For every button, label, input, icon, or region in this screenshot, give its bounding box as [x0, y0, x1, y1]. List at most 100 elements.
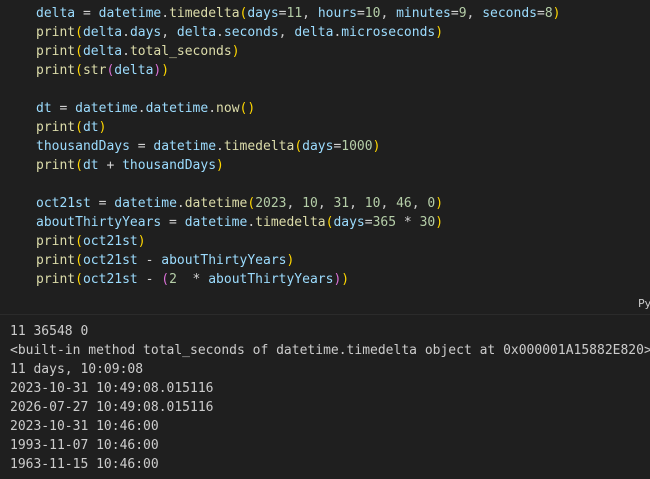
code-token: 30 [419, 215, 436, 230]
code-line: print(oct21st - aboutThirtyYears) [36, 251, 294, 270]
code-token: . [122, 44, 130, 59]
code-token: delta [176, 25, 217, 40]
code-token: delta [82, 25, 123, 40]
code-line: print(dt + thousandDays) [36, 156, 224, 175]
code-token: ) [216, 158, 224, 173]
code-token: datetime [184, 215, 248, 230]
code-token: 10 [302, 196, 318, 211]
code-token: ) [137, 234, 146, 249]
code-token: delta [36, 6, 76, 21]
code-cell[interactable]: delta = datetime.timedelta(days=11, hour… [0, 0, 650, 315]
code-token: 2 [169, 272, 177, 287]
code-token: days [129, 25, 162, 40]
output-line: 2023-10-31 10:49:08.015116 [10, 381, 214, 396]
code-line: print(delta.total_seconds) [36, 42, 240, 61]
code-token: ) [435, 196, 444, 211]
code-token: datetime [75, 101, 138, 116]
code-token: datetime [184, 196, 248, 211]
code-token: , [302, 6, 318, 21]
code-token: ) [247, 101, 256, 116]
code-token: 2023 [255, 196, 287, 211]
code-token: = [161, 215, 185, 230]
code-token: - [137, 272, 162, 287]
code-token: , [286, 196, 303, 211]
code-token: = [129, 139, 154, 154]
code-token: = [51, 101, 76, 116]
code-token: delta [294, 25, 334, 40]
code-token: dt [82, 120, 99, 135]
code-token: print [36, 158, 76, 173]
code-line: print(dt) [36, 118, 106, 137]
code-token: seconds [482, 6, 537, 21]
code-token: print [36, 63, 76, 78]
output-line: 2026-07-27 10:49:08.015116 [10, 400, 214, 415]
code-token: . [161, 6, 170, 21]
code-token: . [216, 25, 224, 40]
code-token: - [137, 253, 162, 268]
code-token: ) [341, 272, 350, 287]
code-token: . [216, 139, 224, 154]
code-token: days [333, 215, 365, 230]
code-token: 10 [364, 196, 381, 211]
code-token: ( [75, 158, 83, 173]
code-token: thousandDays [36, 139, 130, 154]
code-token: = [537, 6, 545, 21]
code-token: 46 [396, 196, 412, 211]
code-token: ( [75, 25, 83, 40]
code-token: 11 [286, 6, 303, 21]
code-line: thousandDays = datetime.timedelta(days=1… [36, 137, 380, 156]
code-token: ) [286, 253, 295, 268]
code-token: aboutThirtyYears [208, 272, 334, 287]
code-line: print(str(delta)) [36, 61, 169, 80]
code-token: = [278, 6, 287, 21]
code-token: timedelta [169, 6, 240, 21]
code-token: ) [435, 215, 444, 230]
code-line: dt = datetime.datetime.now() [36, 99, 255, 118]
code-token: ) [552, 6, 561, 21]
code-token: . [247, 215, 256, 230]
code-token: 10 [364, 6, 381, 21]
code-token: dt [36, 101, 52, 116]
code-token: ( [75, 253, 83, 268]
code-token: print [36, 234, 76, 249]
code-token: ) [372, 139, 381, 154]
code-token: ( [75, 272, 83, 287]
cell-output: 11 36548 0 <built-in method total_seconds… [0, 316, 650, 479]
language-badge[interactable]: Py [638, 297, 650, 310]
output-line: 11 days, 10:09:08 [10, 362, 144, 377]
code-token: 8 [544, 6, 553, 21]
code-token: . [137, 101, 146, 116]
code-token: = [90, 196, 115, 211]
code-token: ) [98, 120, 107, 135]
code-line: delta = datetime.timedelta(days=11, hour… [36, 4, 560, 23]
code-line: print(delta.days, delta.seconds, delta.m… [36, 23, 443, 42]
code-token: , [411, 196, 428, 211]
code-token: oct21st [36, 196, 91, 211]
code-token: oct21st [82, 272, 138, 287]
code-token: , [161, 25, 177, 40]
code-token: ) [161, 63, 170, 78]
code-token: 9 [458, 6, 467, 21]
code-token: datetime [114, 196, 177, 211]
code-token: , [317, 196, 334, 211]
code-token: ) [231, 44, 240, 59]
code-token: datetime [145, 101, 209, 116]
code-token: = [450, 6, 459, 21]
code-token: ( [75, 234, 83, 249]
code-token: print [36, 253, 76, 268]
code-line: print(oct21st) [36, 232, 146, 251]
code-token: ( [75, 63, 83, 78]
code-token: ( [75, 120, 83, 135]
code-token: . [122, 25, 130, 40]
code-token: print [36, 44, 76, 59]
code-token: days [247, 6, 279, 21]
code-token: print [36, 120, 76, 135]
code-token: oct21st [82, 234, 138, 249]
code-token: , [278, 25, 295, 40]
code-token: 1000 [341, 139, 373, 154]
code-token: , [466, 6, 483, 21]
code-token: 31 [333, 196, 350, 211]
output-line: 1993-11-07 10:46:00 [10, 438, 159, 453]
code-token: ( [294, 139, 303, 154]
code-token: aboutThirtyYears [161, 253, 287, 268]
